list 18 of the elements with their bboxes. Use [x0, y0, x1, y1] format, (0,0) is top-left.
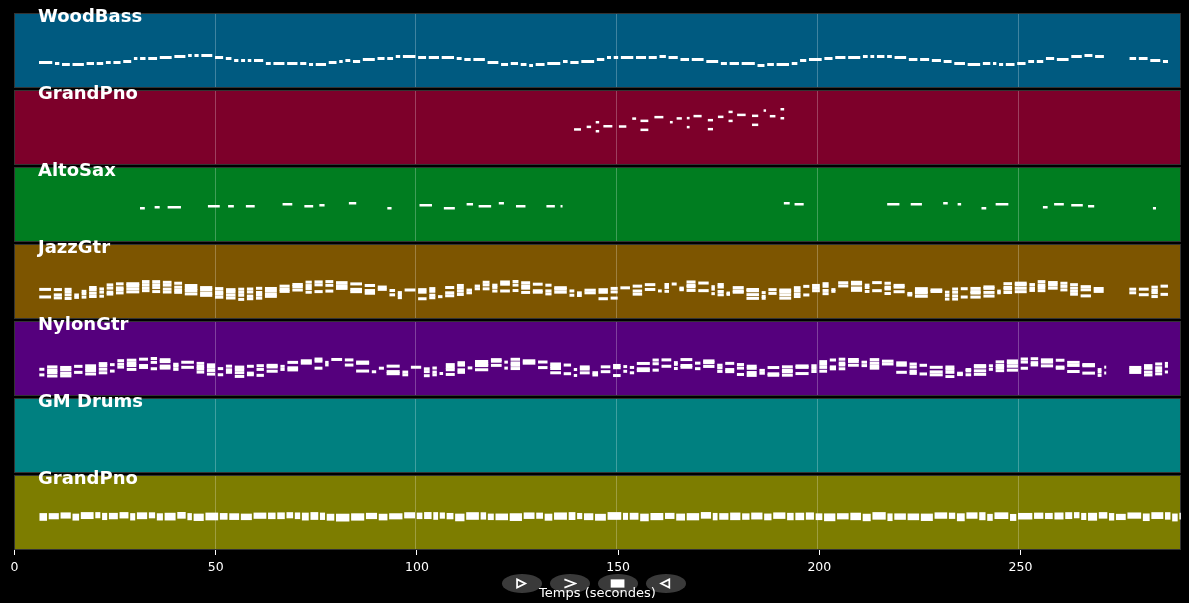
stop-icon [610, 578, 626, 589]
track-name: GrandPno [38, 84, 138, 102]
tick-label: 150 [606, 558, 631, 576]
track-name: GrandPno [38, 469, 138, 487]
track-name: NylonGtr [38, 315, 129, 333]
tick-label: 0 [10, 558, 19, 576]
tick-label: 200 [807, 558, 832, 576]
track-name: JazzGtr [38, 238, 111, 256]
tick-label: 100 [405, 558, 429, 576]
track-name: GM Drums [38, 392, 144, 410]
play-icon [515, 578, 529, 589]
chevron-icon [563, 578, 577, 589]
tick-label: 250 [1008, 558, 1033, 576]
track-name: WoodBass [38, 7, 143, 25]
tick-label: 50 [207, 558, 224, 576]
track-name: AltoSax [38, 161, 116, 179]
back-icon [659, 578, 673, 589]
axis-label: Temps (secondes) [539, 585, 656, 600]
